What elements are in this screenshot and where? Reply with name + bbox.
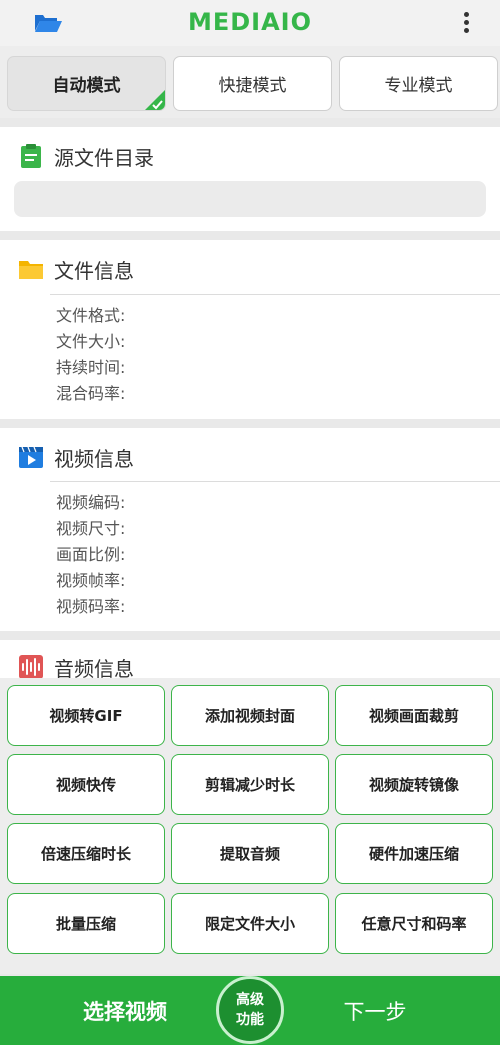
mode-tabs: 自动模式 快捷模式 专业模式 <box>0 46 500 118</box>
section-title: 视频信息 <box>54 446 134 471</box>
hardware-compress-button[interactable]: 硬件加速压缩 <box>335 823 493 884</box>
video-size-label: 视频尺寸: <box>56 519 126 538</box>
section-title: 音频信息 <box>54 656 134 681</box>
video-bitrate-label: 视频码率: <box>56 597 126 616</box>
section-title: 源文件目录 <box>54 145 154 170</box>
custom-size-bitrate-button[interactable]: 任意尺寸和码率 <box>335 893 493 954</box>
section-header: 音频信息 <box>18 652 134 680</box>
audio-wave-icon <box>19 655 43 679</box>
section-header: 文件信息 <box>18 254 134 284</box>
video-info-list: 视频编码: 视频尺寸: 画面比例: 视频帧率: 视频码率: <box>56 490 125 620</box>
tab-quick-mode[interactable]: 快捷模式 <box>173 56 332 111</box>
app-logo: MEDIAIO <box>187 8 313 36</box>
more-menu-icon[interactable] <box>462 12 470 36</box>
limit-file-size-button[interactable]: 限定文件大小 <box>171 893 329 954</box>
source-path-field[interactable] <box>14 181 486 217</box>
file-info-list: 文件格式: 文件大小: 持续时间: 混合码率: <box>56 303 125 407</box>
video-to-gif-button[interactable]: 视频转GIF <box>7 685 165 746</box>
advanced-label-line2: 功能 <box>236 1012 264 1028</box>
batch-compress-button[interactable]: 批量压缩 <box>7 893 165 954</box>
folder-icon <box>19 261 43 279</box>
divider <box>50 481 500 482</box>
rotate-mirror-button[interactable]: 视频旋转镜像 <box>335 754 493 815</box>
file-format-label: 文件格式: <box>56 306 126 325</box>
trim-duration-button[interactable]: 剪辑减少时长 <box>171 754 329 815</box>
clipboard-icon <box>21 144 41 168</box>
tab-label: 快捷模式 <box>218 76 287 96</box>
function-grid: 视频转GIF 添加视频封面 视频画面裁剪 视频快传 剪辑减少时长 视频旋转镜像 … <box>0 678 500 974</box>
crop-video-button[interactable]: 视频画面裁剪 <box>335 685 493 746</box>
quick-send-button[interactable]: 视频快传 <box>7 754 165 815</box>
section-title: 文件信息 <box>54 258 134 283</box>
extract-audio-button[interactable]: 提取音频 <box>171 823 329 884</box>
bitrate-label: 混合码率: <box>56 384 126 403</box>
duration-label: 持续时间: <box>56 358 126 377</box>
source-section: 源文件目录 <box>0 127 500 231</box>
selected-check-icon <box>145 90 165 110</box>
audio-info-section: 音频信息 <box>0 640 500 680</box>
file-info-section: 文件信息 文件格式: 文件大小: 持续时间: 混合码率: <box>0 240 500 419</box>
section-header: 源文件目录 <box>18 141 154 171</box>
section-header: 视频信息 <box>18 442 134 472</box>
video-play-icon <box>19 446 43 468</box>
tab-pro-mode[interactable]: 专业模式 <box>339 56 498 111</box>
speed-compress-button[interactable]: 倍速压缩时长 <box>7 823 165 884</box>
bottom-action-bar: 选择视频 高级 功能 下一步 <box>0 976 500 1045</box>
next-step-button[interactable]: 下一步 <box>300 976 450 1045</box>
divider <box>50 294 500 295</box>
aspect-ratio-label: 画面比例: <box>56 545 126 564</box>
frame-rate-label: 视频帧率: <box>56 571 126 590</box>
video-codec-label: 视频编码: <box>56 493 126 512</box>
select-video-button[interactable]: 选择视频 <box>40 976 210 1045</box>
advanced-label-line1: 高级 <box>236 992 264 1008</box>
add-cover-button[interactable]: 添加视频封面 <box>171 685 329 746</box>
tab-label: 专业模式 <box>384 76 453 96</box>
video-info-section: 视频信息 视频编码: 视频尺寸: 画面比例: 视频帧率: 视频码率: <box>0 428 500 631</box>
tab-auto-mode[interactable]: 自动模式 <box>7 56 166 111</box>
file-size-label: 文件大小: <box>56 332 126 351</box>
tab-label: 自动模式 <box>52 76 121 96</box>
advanced-features-button[interactable]: 高级 功能 <box>216 976 284 1044</box>
top-bar: MEDIAIO <box>0 0 500 46</box>
